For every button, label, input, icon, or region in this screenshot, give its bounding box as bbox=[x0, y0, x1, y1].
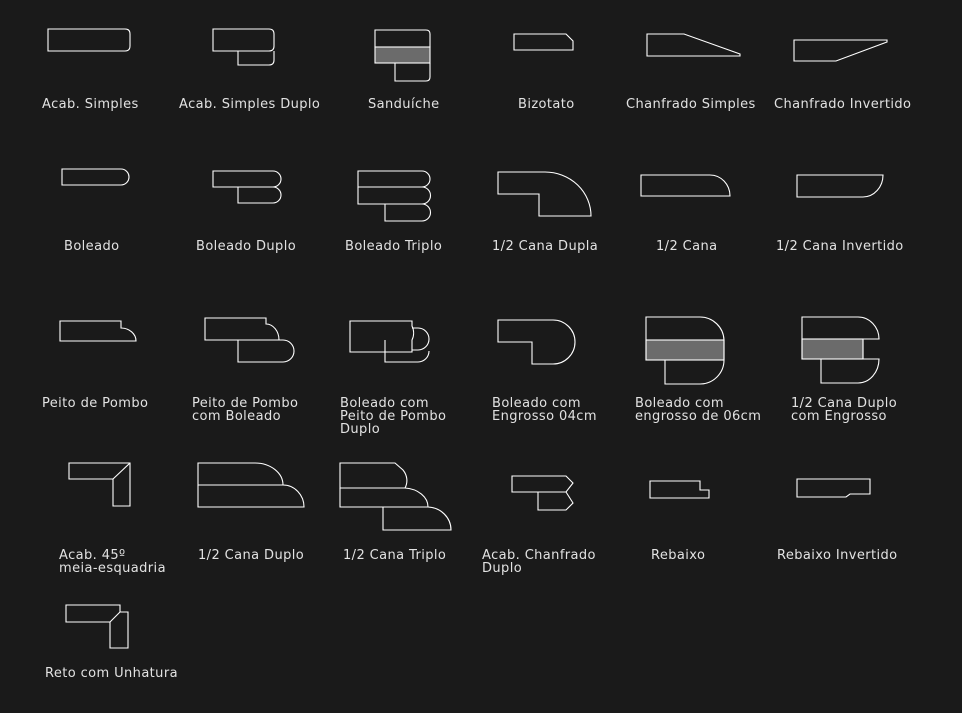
label-reto-com-unhatura: Reto com Unhatura bbox=[45, 666, 178, 681]
label-acab-45-meia-esquadria: Acab. 45º meia-esquadria bbox=[59, 548, 166, 576]
label-chanfrado-simples: Chanfrado Simples bbox=[626, 97, 756, 112]
profile-acab-simples-duplo bbox=[212, 28, 275, 66]
label-rebaixo: Rebaixo bbox=[651, 548, 706, 563]
profile-rebaixo bbox=[649, 480, 710, 499]
profile-meia-cana-triplo bbox=[339, 462, 452, 531]
profile-sanduiche bbox=[374, 29, 431, 82]
label-peito-de-pombo: Peito de Pombo bbox=[42, 396, 149, 411]
profile-reto-com-unhatura bbox=[65, 604, 129, 649]
profile-meia-cana-dupla bbox=[497, 171, 592, 217]
label-boleado-duplo: Boleado Duplo bbox=[196, 239, 297, 254]
profile-chanfrado-invertido bbox=[793, 39, 888, 62]
profile-peito-de-pombo bbox=[59, 320, 137, 342]
label-boleado-com-engrosso-04cm: Boleado com Engrosso 04cm bbox=[492, 396, 597, 424]
profile-bizotato bbox=[513, 33, 574, 51]
label-meia-cana: 1/2 Cana bbox=[656, 239, 718, 254]
profile-boleado bbox=[61, 168, 130, 186]
label-boleado: Boleado bbox=[64, 239, 120, 254]
label-boleado-com-peito-de-pombo-duplo: Boleado com Peito de Pombo Duplo bbox=[340, 396, 447, 437]
label-meia-cana-duplo-com-engrosso: 1/2 Cana Duplo com Engrosso bbox=[791, 396, 898, 424]
label-rebaixo-invertido: Rebaixo Invertido bbox=[777, 548, 898, 563]
label-chanfrado-invertido: Chanfrado Invertido bbox=[774, 97, 912, 112]
label-acab-simples-duplo: Acab. Simples Duplo bbox=[179, 97, 321, 112]
label-meia-cana-invertido: 1/2 Cana Invertido bbox=[776, 239, 904, 254]
label-boleado-triplo: Boleado Triplo bbox=[345, 239, 443, 254]
profile-chanfrado-simples bbox=[646, 33, 741, 57]
label-meia-cana-duplo: 1/2 Cana Duplo bbox=[198, 548, 305, 563]
profile-meia-cana-duplo bbox=[197, 462, 305, 508]
label-boleado-com-engrosso-06cm: Boleado com engrosso de 06cm bbox=[635, 396, 762, 424]
profile-boleado-duplo bbox=[212, 170, 282, 204]
profile-boleado-com-engrosso-04cm bbox=[497, 319, 576, 365]
profile-meia-cana-invertido bbox=[796, 174, 884, 198]
label-meia-cana-dupla: 1/2 Cana Dupla bbox=[492, 239, 599, 254]
profile-rebaixo-invertido bbox=[796, 478, 871, 498]
label-bizotato: Bizotato bbox=[518, 97, 575, 112]
label-peito-de-pombo-com-boleado: Peito de Pombo com Boleado bbox=[192, 396, 299, 424]
profile-boleado-com-peito-de-pombo-duplo bbox=[349, 320, 430, 363]
profile-meia-cana bbox=[640, 174, 731, 197]
profile-acab-chanfrado-duplo bbox=[511, 475, 574, 511]
label-sanduiche: Sanduíche bbox=[368, 97, 440, 112]
profile-boleado-triplo bbox=[357, 170, 431, 222]
label-meia-cana-triplo: 1/2 Cana Triplo bbox=[343, 548, 447, 563]
profile-acab-simples bbox=[47, 28, 131, 52]
profile-acab-45-meia-esquadria bbox=[68, 462, 131, 507]
profile-peito-de-pombo-com-boleado bbox=[204, 317, 295, 363]
label-acab-chanfrado-duplo: Acab. Chanfrado Duplo bbox=[482, 548, 596, 576]
profile-meia-cana-duplo-com-engrosso bbox=[801, 316, 880, 384]
label-acab-simples: Acab. Simples bbox=[42, 97, 139, 112]
profile-boleado-com-engrosso-06cm bbox=[645, 316, 725, 385]
